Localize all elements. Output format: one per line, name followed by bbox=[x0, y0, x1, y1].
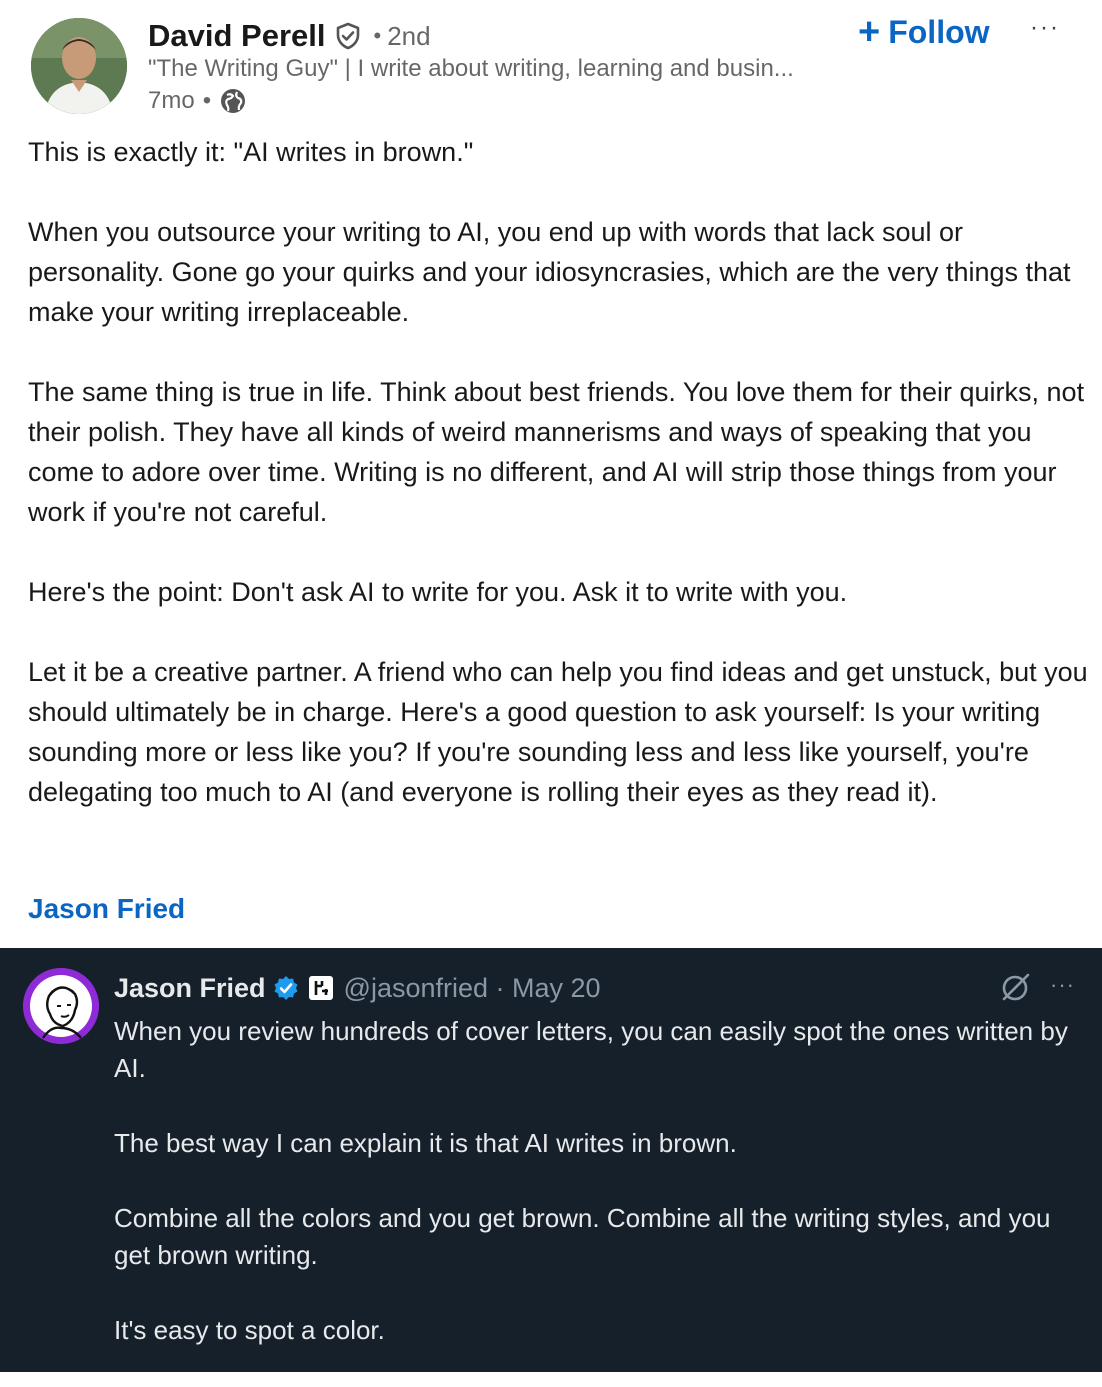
tweet-paragraph: It's easy to spot a color. bbox=[114, 1315, 385, 1345]
tweet-more-icon: ··· bbox=[1050, 972, 1075, 997]
author-name-row: David Perell • 2nd bbox=[148, 16, 431, 56]
grok-icon bbox=[998, 970, 1032, 1004]
author-avatar[interactable] bbox=[31, 18, 127, 114]
tweet-header: Jason Fried @jasonfried · May 20 bbox=[114, 970, 601, 1006]
plus-icon: + bbox=[858, 11, 881, 53]
post-meta: 7mo • bbox=[148, 86, 247, 116]
post-paragraph: Let it be a creative partner. A friend w… bbox=[28, 657, 1088, 807]
tweet-author-name: Jason Fried bbox=[114, 972, 266, 1003]
mention-link[interactable]: Jason Fried bbox=[28, 893, 185, 925]
connection-degree: 2nd bbox=[387, 20, 431, 51]
post-paragraph: This is exactly it: "AI writes in brown.… bbox=[28, 137, 474, 167]
embedded-tweet-screenshot: Jason Fried @jasonfried · May 20 ··· Whe… bbox=[0, 948, 1102, 1372]
globe-icon bbox=[219, 87, 247, 115]
post-body: This is exactly it: "AI writes in brown.… bbox=[28, 132, 1088, 852]
meta-separator: • bbox=[202, 87, 212, 114]
tweet-paragraph: The best way I can explain it is that AI… bbox=[114, 1128, 737, 1158]
post-paragraph: When you outsource your writing to AI, y… bbox=[28, 217, 1071, 327]
post-paragraph: Here's the point: Don't ask AI to write … bbox=[28, 577, 848, 607]
author-headline: "The Writing Guy" | I write about writin… bbox=[148, 55, 794, 82]
tweet-avatar bbox=[23, 968, 99, 1044]
degree-separator: • bbox=[373, 23, 382, 48]
more-options-button[interactable]: ··· bbox=[1030, 14, 1070, 44]
verified-shield-icon bbox=[333, 21, 363, 51]
tweet-avatar-image bbox=[23, 968, 99, 1044]
follow-button[interactable]: + Follow bbox=[858, 12, 990, 52]
follow-label: Follow bbox=[888, 13, 990, 50]
tweet-handle-date: @jasonfried · May 20 bbox=[343, 972, 601, 1003]
blue-check-icon bbox=[272, 974, 300, 1002]
author-name[interactable]: David Perell bbox=[148, 18, 325, 54]
tweet-body: When you review hundreds of cover letter… bbox=[114, 1013, 1074, 1387]
linkedin-post: David Perell • 2nd "The Writing Guy" | I… bbox=[0, 0, 1102, 948]
company-logo-icon bbox=[308, 975, 334, 1001]
post-time: 7mo bbox=[148, 87, 195, 114]
tweet-paragraph: Combine all the colors and you get brown… bbox=[114, 1203, 1051, 1270]
tweet-paragraph: When you review hundreds of cover letter… bbox=[114, 1016, 1068, 1083]
post-paragraph: The same thing is true in life. Think ab… bbox=[28, 377, 1085, 527]
author-avatar-image bbox=[31, 18, 127, 114]
